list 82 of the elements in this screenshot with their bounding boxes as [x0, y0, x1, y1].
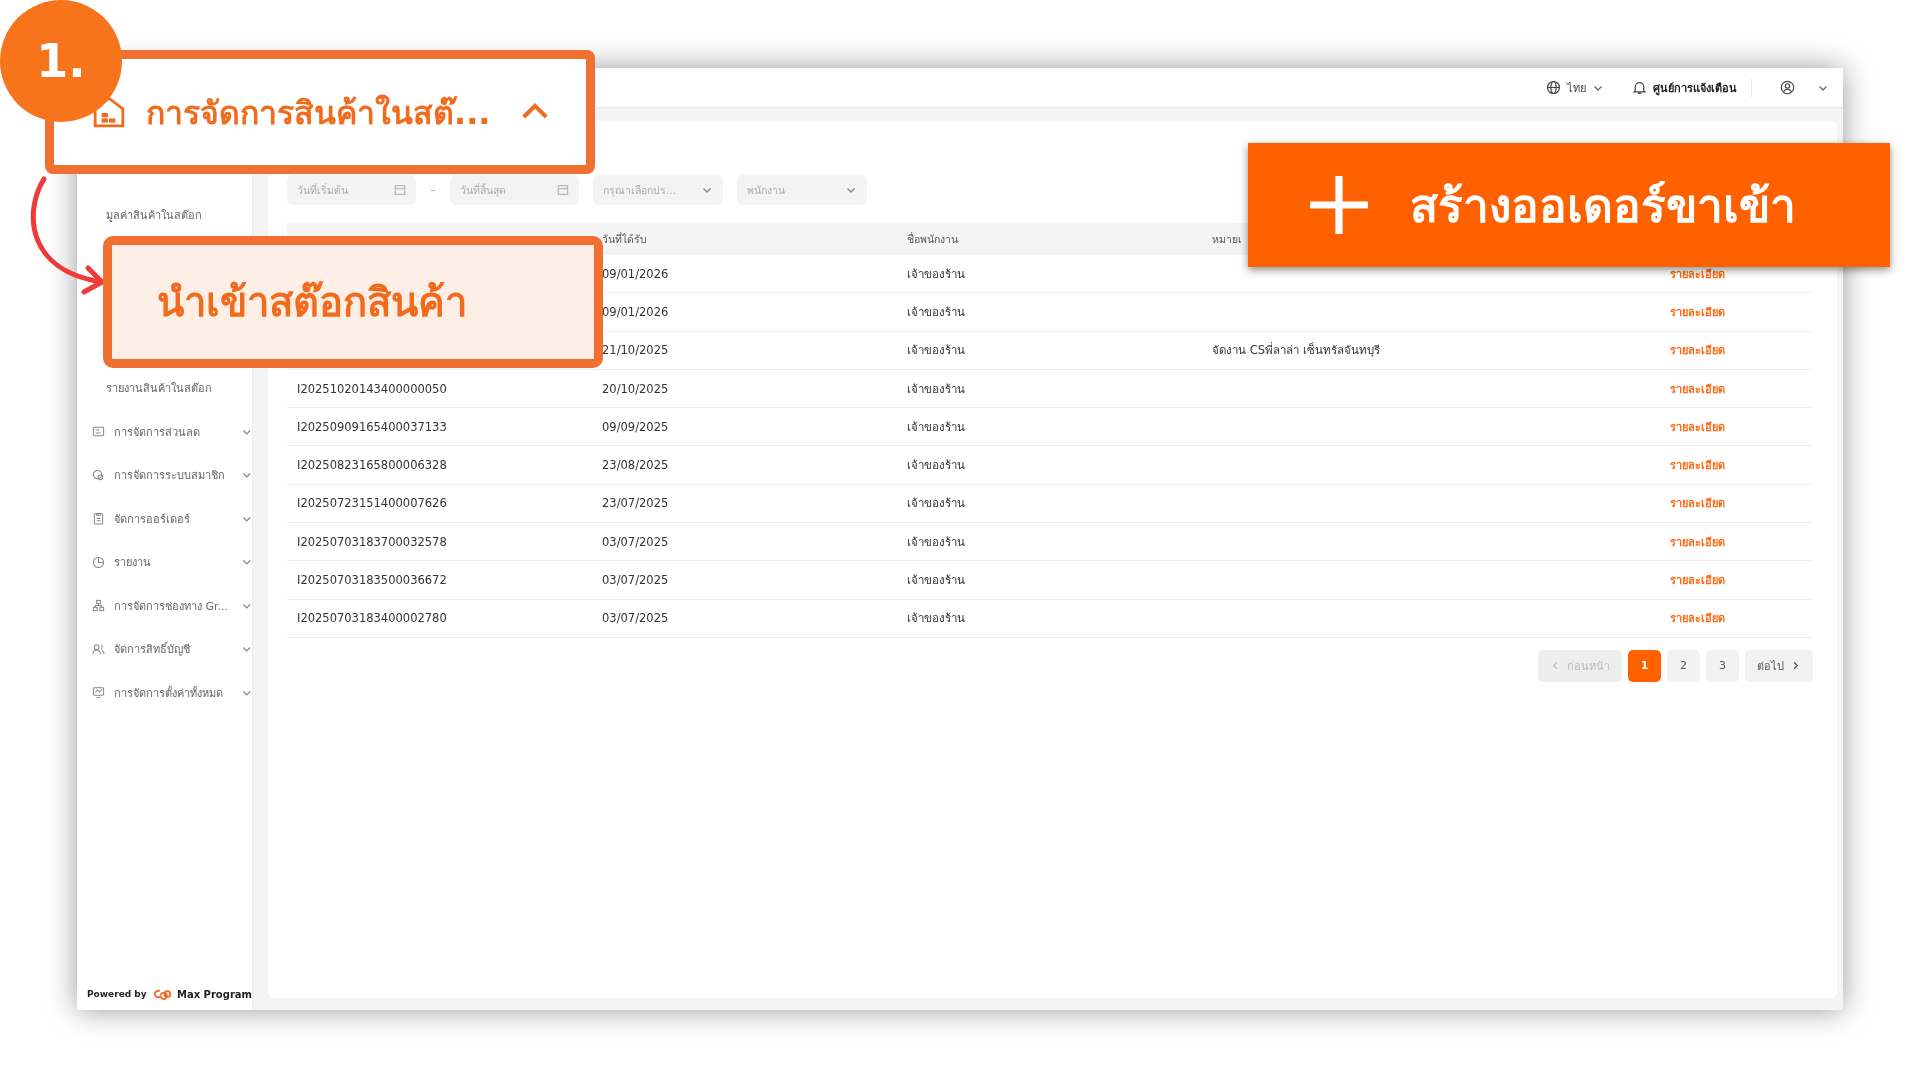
table-cell: I20251020143400000050	[297, 381, 447, 396]
step-number-badge: 1.	[0, 0, 122, 122]
sidebar-subitem[interactable]: รายงานสินค้าในสต๊อก	[77, 367, 252, 410]
table-cell: เจ้าของร้าน	[907, 496, 965, 511]
sidebar-item[interactable]: การจัดการช่องทาง Gr...	[77, 584, 252, 628]
table-cell: I20250703183700032578	[297, 534, 447, 549]
table-cell: จัดงาน CSพี่ลาล่า เซ็นทรัลจันทบุรี	[1212, 343, 1380, 358]
date-field[interactable]: วันที่สิ้นสุด	[450, 175, 579, 205]
language-selector[interactable]: ไทย	[1546, 78, 1604, 97]
sidebar-item[interactable]: จัดการสิทธิ์บัญชี	[77, 627, 252, 671]
details-link[interactable]: รายละเอียด	[1670, 497, 1725, 511]
table-cell: I20250703183500036672	[297, 573, 447, 587]
table-cell: เจ้าของร้าน	[907, 419, 965, 434]
page-button[interactable]: 2	[1667, 649, 1700, 682]
next-page-button[interactable]: ต่อไป	[1745, 649, 1813, 682]
bell-icon	[1632, 80, 1647, 95]
user-icon	[1780, 80, 1795, 95]
details-link[interactable]: รายละเอียด	[1670, 344, 1725, 358]
table-cell: 09/01/2026	[602, 304, 669, 319]
hierarchy-icon	[92, 599, 105, 613]
callout-label: นำเข้าสต๊อกสินค้า	[157, 278, 467, 327]
table-cell: 03/07/2025	[602, 611, 669, 626]
monitor-icon	[92, 686, 105, 700]
details-link[interactable]: รายละเอียด	[1670, 574, 1725, 587]
details-link[interactable]: รายละเอียด	[1670, 382, 1725, 396]
table-cell: เจ้าของร้าน	[907, 266, 965, 281]
column-header: ชื่อพนักงาน	[906, 231, 959, 247]
details-link[interactable]: รายละเอียด	[1670, 305, 1725, 319]
powered-by-text: Powered by	[87, 989, 147, 999]
warehouse-icon	[92, 95, 126, 129]
sidebar-item[interactable]: การจัดการระบบสมาชิก	[77, 453, 252, 497]
banner-label: สร้างออเดอร์ขาเข้า	[1410, 177, 1796, 235]
table-cell: 09/01/2026	[602, 266, 669, 281]
table-cell: 23/08/2025	[602, 458, 669, 473]
calendar-icon	[394, 184, 406, 196]
user-menu[interactable]	[1780, 80, 1829, 95]
table-cell: 09/09/2025	[602, 419, 669, 434]
date-field[interactable]: วันที่เริ่มต้น	[287, 175, 416, 205]
table-cell: 03/07/2025	[602, 534, 669, 549]
details-link[interactable]: รายละเอียด	[1670, 535, 1725, 549]
table-cell: 21/10/2025	[602, 343, 669, 358]
page-button[interactable]: 1	[1628, 649, 1661, 682]
column-header: หมายเ	[1211, 231, 1243, 247]
brand-name: Max Program	[176, 988, 252, 1000]
ticket-icon	[92, 425, 105, 439]
details-link[interactable]: รายละเอียด	[1670, 420, 1725, 434]
globe-icon	[1546, 80, 1561, 95]
sidebar-item[interactable]: การจัดการส่วนลด	[77, 410, 252, 454]
table-cell: I20250909165400037133	[297, 419, 447, 434]
details-link[interactable]: รายละเอียด	[1670, 612, 1725, 626]
sidebar-item[interactable]: รายงาน	[77, 540, 252, 584]
table-cell: I20250823165800006328	[297, 458, 447, 473]
range-separator: –	[430, 183, 436, 197]
table-cell: 03/07/2025	[602, 573, 669, 587]
table-cell: 23/07/2025	[602, 496, 669, 511]
table-cell: I20250703183400002780	[297, 611, 447, 626]
badge-icon	[92, 468, 105, 482]
notification-center[interactable]: ศูนย์การแจ้งเตือน	[1632, 78, 1752, 97]
table-cell: เจ้าของร้าน	[907, 381, 965, 396]
calendar-icon	[557, 184, 569, 196]
table-cell: เจ้าของร้าน	[907, 458, 965, 473]
clipboard-icon	[92, 512, 105, 526]
table-cell: I20250723151400007626	[297, 496, 447, 511]
select-field[interactable]: พนักงาน	[737, 175, 867, 205]
select-field[interactable]: กรุณาเลือกปร...	[593, 175, 723, 205]
table-cell: เจ้าของร้าน	[907, 343, 965, 358]
pie-icon	[92, 555, 105, 569]
table-cell: 20/10/2025	[602, 381, 669, 396]
sidebar-item[interactable]: การจัดการตั้งค่าทั้งหมด	[77, 671, 252, 715]
column-header: วันที่ได้รับ	[601, 231, 648, 247]
plus-icon	[1308, 174, 1370, 236]
details-link[interactable]: รายละเอียด	[1670, 459, 1725, 473]
table-cell: เจ้าของร้าน	[907, 573, 965, 587]
callout-label: การจัดการสินค้าในสต๊...	[146, 92, 491, 134]
table-cell: เจ้าของร้าน	[907, 611, 965, 626]
sidebar-item[interactable]: จัดการออร์เดอร์	[77, 497, 252, 541]
details-link[interactable]: รายละเอียด	[1670, 267, 1725, 281]
users-icon	[92, 642, 105, 656]
sidebar-subitem[interactable]: มูลค่าสินค้าในสต๊อก	[77, 194, 252, 237]
table-cell: เจ้าของร้าน	[907, 304, 965, 319]
table-cell: เจ้าของร้าน	[907, 534, 965, 549]
page-button[interactable]: 3	[1706, 649, 1739, 682]
